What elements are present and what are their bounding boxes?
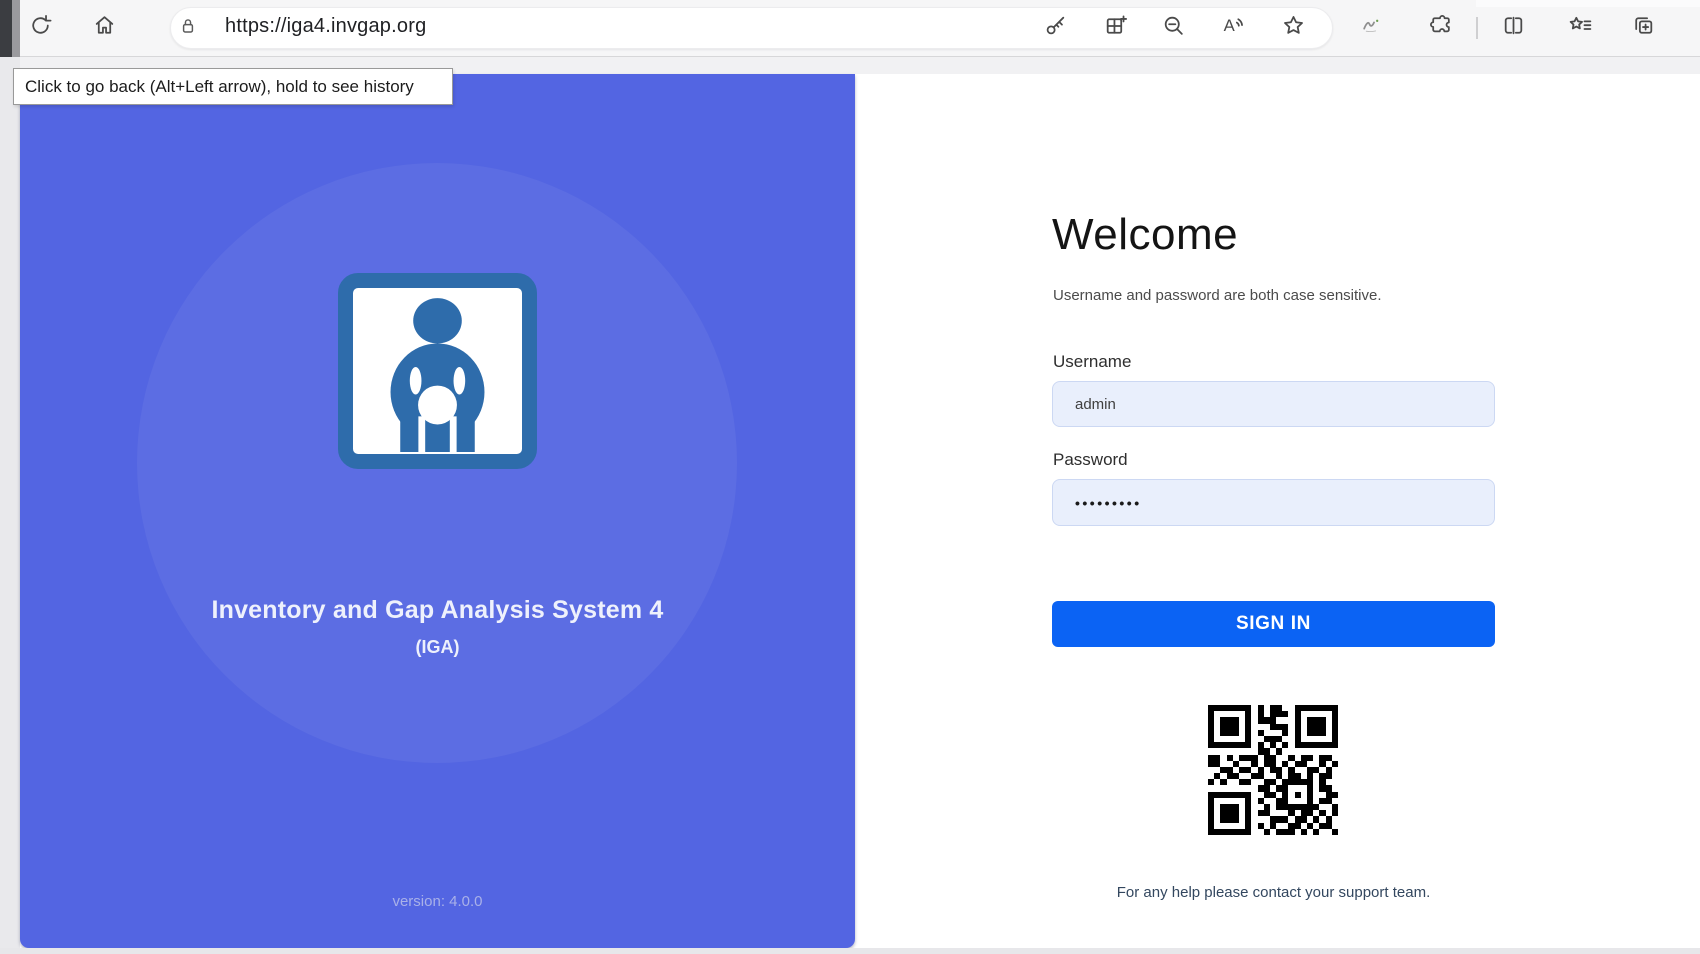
web-widget-button[interactable]: [1101, 14, 1129, 42]
read-aloud-button[interactable]: A: [1219, 14, 1247, 42]
favorites-list-icon: [1568, 13, 1593, 43]
app-version: version: 4.0.0: [20, 893, 855, 910]
tab-strip-sliver: [1476, 0, 1700, 7]
app-title: Inventory and Gap Analysis System 4: [20, 596, 855, 625]
refresh-button[interactable]: [26, 14, 54, 42]
collections-button[interactable]: [1629, 14, 1657, 42]
svg-text:A: A: [1223, 16, 1235, 35]
brand-panel: Inventory and Gap Analysis System 4 (IGA…: [20, 74, 855, 948]
password-label: Password: [1053, 450, 1128, 470]
split-screen-button[interactable]: [1499, 14, 1527, 42]
extensions-puzzle-icon: [1428, 13, 1453, 43]
home-button[interactable]: [90, 14, 118, 42]
app-acronym: (IGA): [20, 637, 855, 658]
apps-grid-icon: [1103, 13, 1128, 43]
site-security-button[interactable]: [174, 14, 202, 42]
key-icon: [1043, 13, 1068, 43]
toolbar-divider: [1476, 17, 1478, 39]
case-sensitive-note: Username and password are both case sens…: [1053, 287, 1382, 304]
zoom-level-button[interactable]: [1159, 14, 1187, 42]
split-screen-icon: [1501, 13, 1526, 43]
qr-code: [1208, 705, 1338, 835]
extension-shortcut-button[interactable]: [1358, 14, 1386, 42]
favorites-button[interactable]: [1566, 14, 1594, 42]
browser-toolbar: https://iga4.invgap.org A: [20, 0, 1700, 57]
welcome-heading: Welcome: [1052, 210, 1238, 260]
window-edge-mid: [12, 0, 20, 57]
url-text[interactable]: https://iga4.invgap.org: [225, 15, 426, 38]
screenshot-root: https://iga4.invgap.org A: [0, 0, 1700, 954]
collections-icon: [1631, 13, 1656, 43]
app-logo: [338, 273, 537, 469]
saved-passwords-button[interactable]: [1041, 14, 1069, 42]
favorite-star-icon: [1281, 13, 1306, 43]
desktop-gutter: [0, 57, 20, 954]
extensions-button[interactable]: [1426, 14, 1454, 42]
lock-icon: [177, 15, 199, 42]
window-edge-dark: [0, 0, 12, 57]
password-input[interactable]: [1052, 479, 1495, 526]
support-help-text: For any help please contact your support…: [1052, 884, 1495, 901]
refresh-icon: [28, 13, 53, 43]
extension-logo-icon: [1360, 13, 1385, 43]
home-icon: [92, 13, 117, 43]
back-button-tooltip: Click to go back (Alt+Left arrow), hold …: [13, 68, 453, 105]
username-label: Username: [1053, 352, 1131, 372]
add-favorite-button[interactable]: [1279, 14, 1307, 42]
zoom-out-icon: [1161, 13, 1186, 43]
read-aloud-icon: A: [1221, 13, 1246, 43]
username-input[interactable]: [1052, 381, 1495, 427]
sign-in-button[interactable]: SIGN IN: [1052, 601, 1495, 647]
bottom-edge-strip: [0, 948, 1700, 954]
